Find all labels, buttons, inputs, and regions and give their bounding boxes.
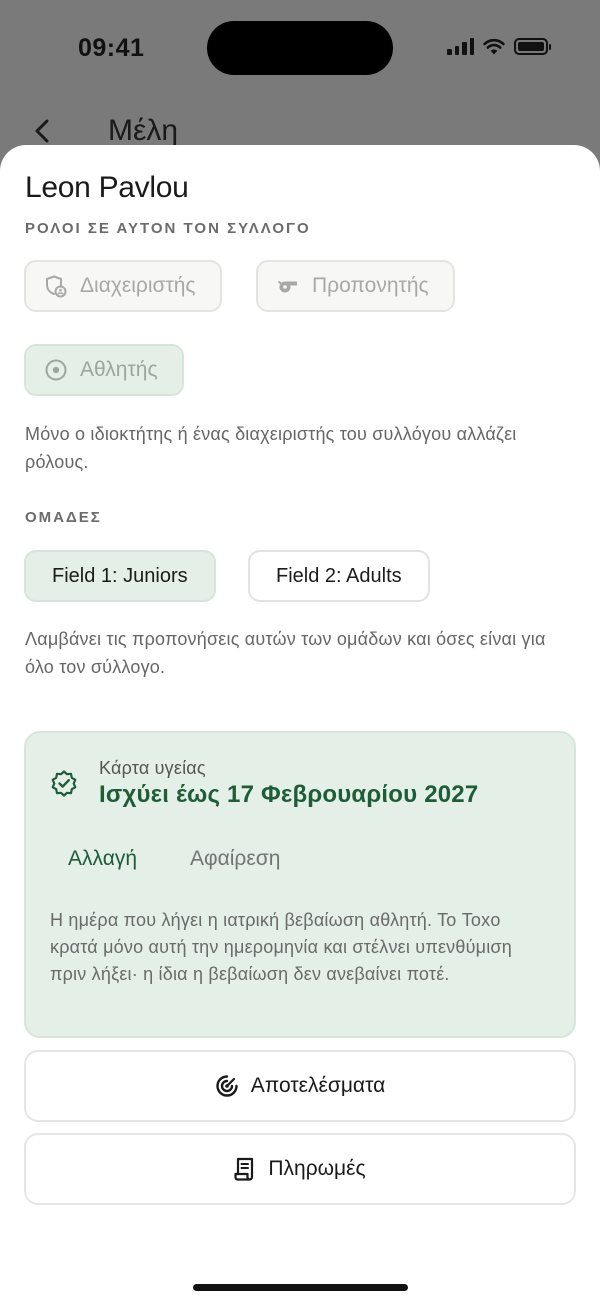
status-time: 09:41 — [78, 34, 145, 62]
role-chip-label: Προπονητής — [312, 274, 429, 297]
payments-button-label: Πληρωμές — [268, 1157, 366, 1180]
role-chip-label: Διαχειριστής — [80, 274, 196, 297]
whistle-icon — [278, 281, 297, 293]
shield-user-icon — [46, 275, 67, 298]
role-chip-admin[interactable]: Διαχειριστής — [24, 260, 222, 312]
cellular-signal-icon — [447, 37, 474, 55]
battery-icon — [514, 37, 551, 55]
member-name: Leon Pavlou — [25, 171, 189, 204]
results-button-label: Αποτελέσματα — [250, 1074, 386, 1097]
health-card-expiry: Ισχύει έως 17 Φεβρουαρίου 2027 — [99, 781, 479, 808]
teams-note: Λαμβάνει τις προπονήσεις αυτών των ομάδω… — [25, 629, 546, 677]
health-card-label: Κάρτα υγείας — [99, 758, 206, 778]
role-chip-athlete[interactable]: Αθλητής — [24, 344, 184, 396]
status-icons — [447, 37, 551, 55]
teams-section-label: ΟΜΑΔΕΣ — [25, 509, 102, 526]
role-chip-label: Αθλητής — [80, 358, 158, 381]
dynamic-island — [207, 21, 393, 75]
payments-button[interactable]: Πληρωμές — [24, 1133, 576, 1205]
role-chip-coach[interactable]: Προπονητής — [256, 260, 455, 312]
health-card-change-button[interactable]: Αλλαγή — [68, 847, 137, 871]
member-sheet: Leon Pavlou ΡΟΛΟΙ ΣΕ ΑΥΤΟΝ ΤΟΝ ΣΥΛΛΟΓΟ Δ… — [0, 145, 600, 1304]
back-chevron-icon[interactable] — [30, 118, 56, 144]
background-page-title: Μέλη — [108, 114, 179, 147]
results-button[interactable]: Αποτελέσματα — [24, 1050, 576, 1122]
status-bar: 09:41 — [0, 0, 600, 100]
health-card-note: Η ημέρα που λήγει η ιατρική βεβαίωση αθλ… — [50, 910, 512, 984]
target-results-icon — [216, 1075, 238, 1097]
roles-section-label: ΡΟΛΟΙ ΣΕ ΑΥΤΟΝ ΤΟΝ ΣΥΛΛΟΓΟ — [25, 220, 311, 237]
team-chip-adults[interactable]: Field 2: Adults — [248, 550, 430, 602]
health-card: Κάρτα υγείας Ισχύει έως 17 Φεβρουαρίου 2… — [24, 731, 576, 1038]
roles-note: Μόνο ο ιδιοκτήτης ή ένας διαχειριστής το… — [25, 424, 517, 472]
wifi-icon — [483, 38, 505, 54]
background-header: Μέλη — [0, 110, 600, 150]
target-icon — [45, 359, 67, 381]
health-card-remove-button[interactable]: Αφαίρεση — [190, 847, 280, 871]
receipt-icon — [234, 1157, 254, 1181]
home-indicator[interactable] — [193, 1284, 408, 1291]
badge-check-icon — [51, 770, 77, 797]
team-chip-juniors[interactable]: Field 1: Juniors — [24, 550, 216, 602]
